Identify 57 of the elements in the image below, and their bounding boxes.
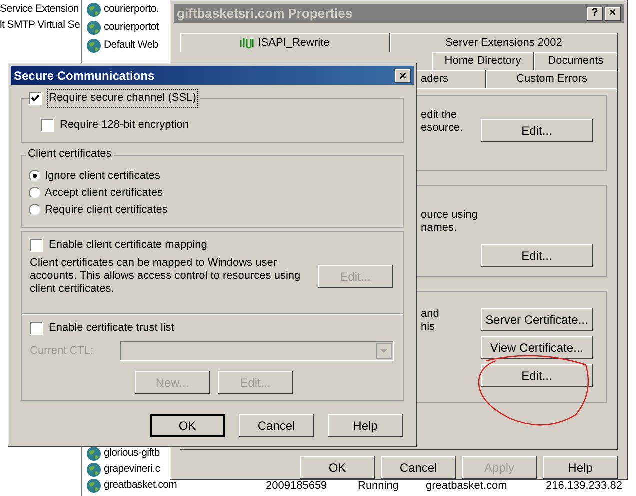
table-cell-text: 216.139.233.82 xyxy=(546,478,624,494)
site-name[interactable]: courierporto. xyxy=(104,2,160,18)
action-button[interactable]: Help xyxy=(328,414,403,437)
filter-icon xyxy=(240,37,254,49)
checkbox[interactable] xyxy=(29,92,42,105)
globe-icon xyxy=(86,478,102,494)
action-button[interactable]: View Certificate... xyxy=(481,336,593,359)
action-button[interactable]: OK xyxy=(150,414,225,437)
table-cell-text: Running xyxy=(358,478,400,494)
action-button[interactable]: Server Certificate... xyxy=(481,308,593,331)
radio-label[interactable]: Accept client certificates xyxy=(45,184,163,202)
checkbox-label[interactable]: Require 128-bit encryption xyxy=(60,117,190,134)
action-button[interactable]: Cancel xyxy=(239,414,314,437)
close-button[interactable]: × xyxy=(605,6,621,20)
tab[interactable]: ISAPI_Rewrite xyxy=(180,33,390,52)
description-text: and his xyxy=(421,308,440,334)
tree-item[interactable]: lt SMTP Virtual Se xyxy=(0,19,80,31)
description-text: Client certificates can be mapped to Windows user accounts. This allows access control to resources using client certificates. xyxy=(30,257,302,296)
dialog-title: Secure Communications xyxy=(14,68,155,84)
site-name[interactable]: glorious-giftb xyxy=(104,446,160,462)
window-title: giftbasketsri.com Properties xyxy=(177,4,353,23)
tab[interactable]: Server Extensions 2002 xyxy=(390,33,618,52)
site-name[interactable]: grapevineri.c xyxy=(104,462,160,478)
radio-button[interactable] xyxy=(29,204,41,216)
table-cell-text: 2009185659 xyxy=(266,478,328,494)
globe-icon xyxy=(86,20,102,36)
site-name[interactable]: courierportot xyxy=(104,20,160,36)
tree-item[interactable]: Service Extension xyxy=(0,3,79,15)
checkbox[interactable] xyxy=(41,118,54,132)
tab[interactable]: Home Directory xyxy=(432,52,534,70)
ctl-dropdown[interactable] xyxy=(120,341,394,361)
action-button[interactable]: Cancel xyxy=(381,456,456,479)
site-name[interactable]: Default Web xyxy=(104,38,158,54)
radio-label[interactable]: Ignore client certificates xyxy=(45,168,161,184)
description-text: ource using names. xyxy=(421,209,479,235)
table-cell-text: greatbasket.com xyxy=(426,478,508,494)
action-button[interactable]: Edit... xyxy=(481,119,593,142)
help-button[interactable]: ? xyxy=(587,6,603,20)
globe-icon xyxy=(86,2,102,18)
action-button[interactable]: Help xyxy=(543,456,618,479)
checkbox[interactable] xyxy=(30,238,43,252)
action-button[interactable]: Edit... xyxy=(481,244,593,267)
action-button[interactable]: OK xyxy=(300,456,375,479)
globe-icon xyxy=(86,38,102,54)
radio-label[interactable]: Require client certificates xyxy=(45,202,168,218)
checkbox-label[interactable]: Require secure channel (SSL) xyxy=(47,89,198,108)
description-text: edit the esource. xyxy=(421,109,464,135)
radio-button[interactable] xyxy=(29,170,41,182)
checkbox-label[interactable]: Enable client certificate mapping xyxy=(49,236,208,254)
tab[interactable]: Custom Errors xyxy=(486,70,618,88)
globe-icon xyxy=(86,462,102,478)
close-button[interactable]: × xyxy=(395,68,411,82)
site-name[interactable]: greatbasket.com xyxy=(104,478,178,494)
globe-icon xyxy=(86,446,102,462)
radio-button[interactable] xyxy=(29,187,41,199)
action-button[interactable]: Edit... xyxy=(481,364,593,387)
tab[interactable]: Documents xyxy=(534,52,618,70)
